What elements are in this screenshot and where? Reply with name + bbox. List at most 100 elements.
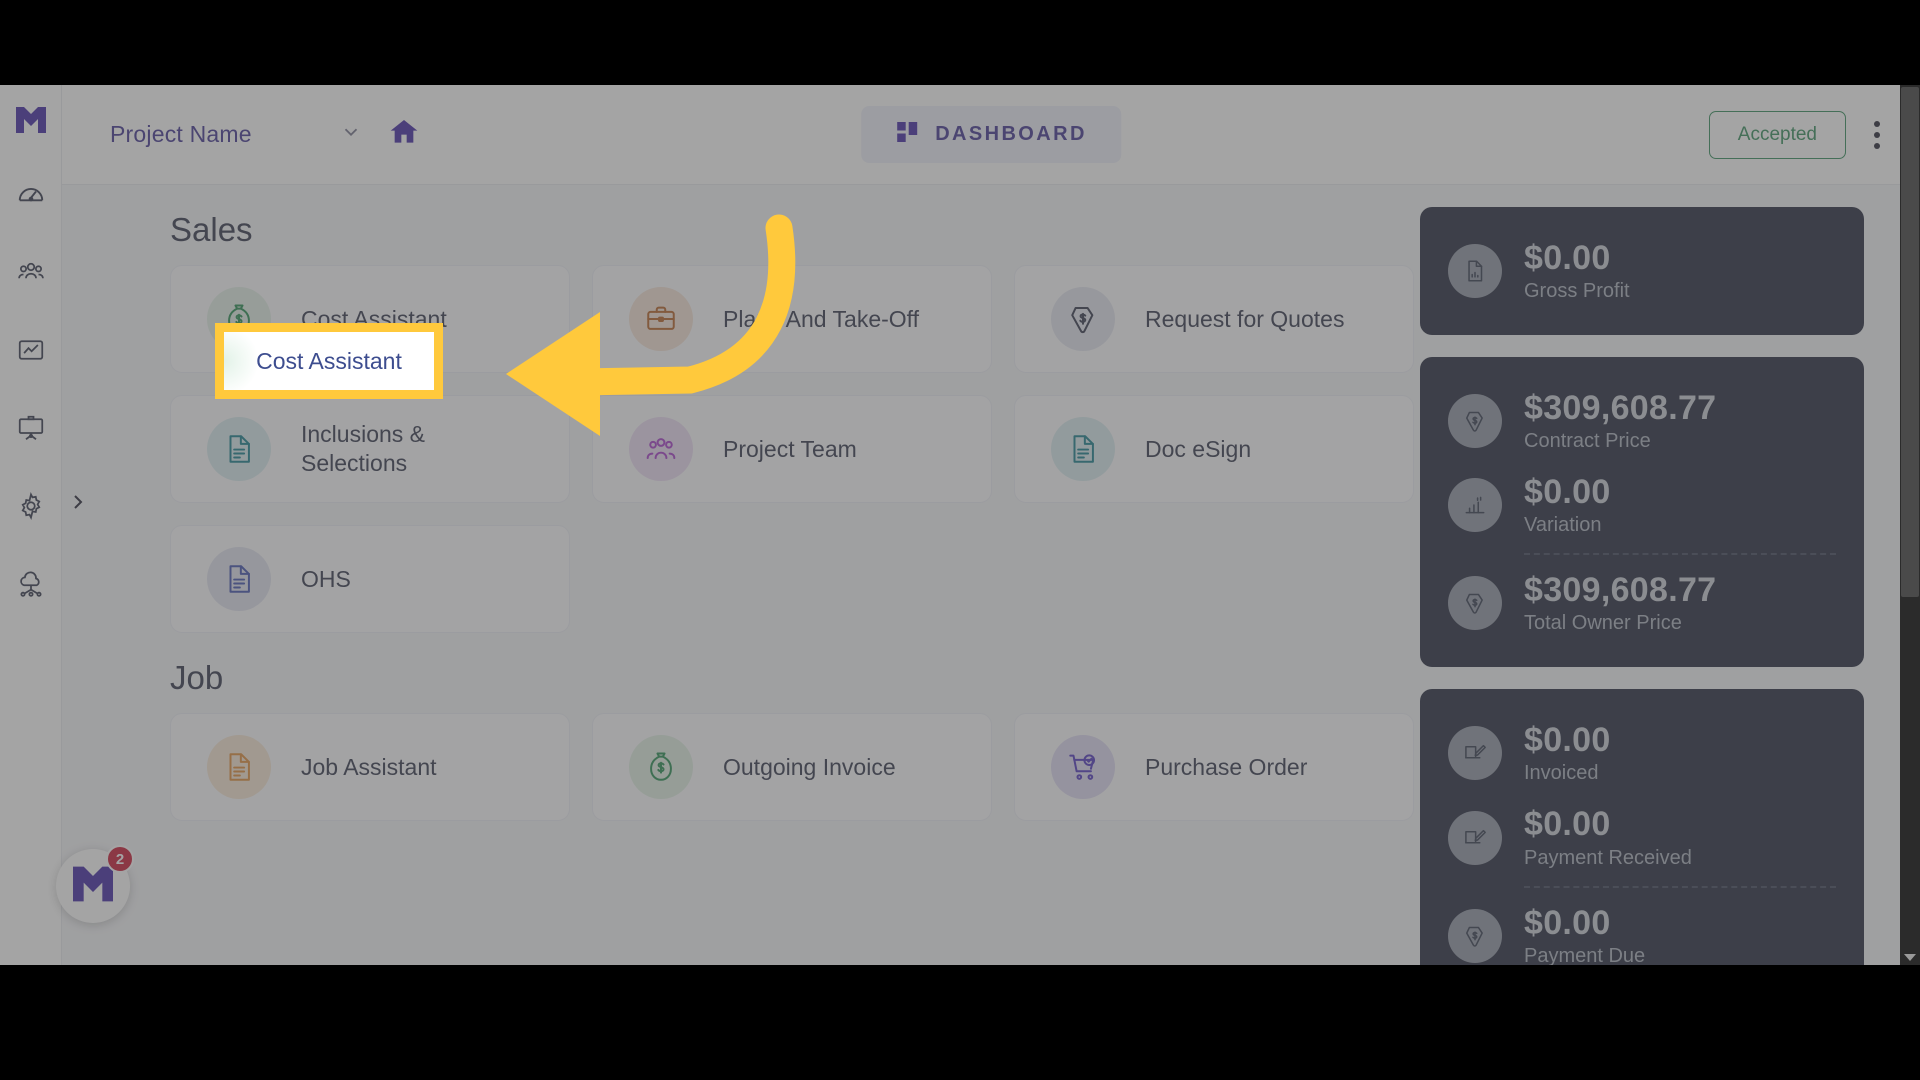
screenshot-stage: 2 Project Name DASHBOARD Accepted Sales … [0,0,1920,1080]
dashboard-tab[interactable]: DASHBOARD [861,106,1121,163]
kpi-label: Contract Price [1524,430,1651,453]
people-icon [16,257,46,287]
tile-inclusions-selections[interactable]: Inclusions & Selections [170,395,570,503]
kpi-value: $0.00 [1524,721,1611,760]
tile-label: Inclusions & Selections [301,421,426,476]
kpi-row: $309,608.77 Total Owner Price [1448,561,1836,645]
chevron-right-icon [71,492,85,517]
invoice-edit-icon [1448,810,1502,865]
scroll-down-arrow-icon[interactable] [1904,954,1916,961]
tile-request-for-quotes[interactable]: Request for Quotes [1014,265,1414,373]
tile-row: Inclusions & Selections Project Team Doc eS… [170,395,1440,503]
tile-job-assistant[interactable]: Job Assistant [170,713,570,821]
sidebar-item-settings[interactable] [8,483,54,529]
document-chart-icon [1448,244,1502,299]
tile-label: Job Assistant [301,753,437,780]
kpi-card: $309,608.77 Contract Price $0.00 Variation $… [1420,357,1864,668]
cart-check-icon [1051,735,1115,799]
kpi-row: $0.00 Gross Profit [1448,229,1836,313]
chart-frame-icon [16,335,46,365]
top-bar-actions: Accepted [1708,110,1886,159]
application-window: 2 Project Name DASHBOARD Accepted Sales … [0,85,1920,965]
status-badge[interactable]: Accepted [1708,110,1846,159]
price-tag-icon [1051,287,1115,351]
tile-label: OHS [301,565,351,592]
kpi-row: $309,608.77 Contract Price [1448,379,1836,463]
home-icon [388,116,420,153]
kpi-value: $0.00 [1524,239,1611,277]
tile-plans-and-take-off[interactable]: Plans And Take-Off [592,265,992,373]
tile-row: OHS [170,525,1440,633]
document-icon [207,417,271,481]
price-tag-icon [1448,394,1502,449]
price-tag-icon [1448,576,1502,631]
tile-outgoing-invoice[interactable]: Outgoing Invoice [592,713,992,821]
people-icon [629,417,693,481]
tile-label: Project Team [723,435,857,462]
vertical-scrollbar[interactable] [1900,85,1920,965]
presentation-board-icon [16,413,46,443]
kpi-column: $0.00 Gross Profit $309,608.77 Contract Pri… [1420,207,1864,965]
more-vertical-icon[interactable] [1868,115,1886,155]
scrollbar-thumb[interactable] [1901,87,1919,597]
tile-project-team[interactable]: Project Team [592,395,992,503]
chevron-down-icon[interactable] [340,121,362,148]
kpi-row: $0.00 Variation [1448,463,1836,547]
tile-label: Request for Quotes [1145,305,1345,332]
kpi-value: $309,608.77 [1524,389,1717,428]
tile-label: Outgoing Invoice [723,753,896,780]
tile-label: Purchase Order [1145,753,1308,780]
kpi-value: $0.00 [1524,473,1611,512]
tile-purchase-order[interactable]: Purchase Order [1014,713,1414,821]
sidebar-item-reports[interactable] [8,327,54,373]
left-sidebar [0,85,62,965]
highlighted-tile-label[interactable]: Cost Assistant [215,323,443,399]
sidebar-item-team[interactable] [8,249,54,295]
kpi-label: Variation [1524,514,1602,537]
tile-ohs[interactable]: OHS [170,525,570,633]
section-title: Job [170,659,224,696]
briefcase-icon [629,287,693,351]
tile-column: Sales Cost Assistant Plans And Take-Off Req… [110,185,1440,821]
tile-label: Plans And Take-Off [723,305,920,332]
grid-icon [895,120,919,149]
project-selector[interactable]: Project Name [110,121,362,148]
sidebar-expand-button[interactable] [66,489,90,519]
m-logo-icon [70,864,116,909]
sidebar-item-dashboard[interactable] [8,171,54,217]
kpi-label: Invoiced [1524,762,1599,785]
price-tag-icon [1448,908,1502,963]
kpi-card: $0.00 Invoiced $0.00 Payment Received $0.00 P… [1420,689,1864,965]
sidebar-item-presentation[interactable] [8,405,54,451]
notification-badge: 2 [106,845,134,873]
dashboard-tab-label: DASHBOARD [935,123,1087,145]
kpi-value: $0.00 [1524,805,1611,844]
document-icon [1051,417,1115,481]
kpi-row: $0.00 Payment Received [1448,795,1836,879]
tile-label: Doc eSign [1145,435,1252,462]
kpi-divider [1524,885,1836,888]
kpi-row: $0.00 Payment Due [1448,894,1836,965]
section-title: Sales [170,211,253,248]
home-button[interactable] [388,116,420,153]
sidebar-item-cloud[interactable] [8,561,54,607]
kpi-value: $0.00 [1524,903,1611,942]
kpi-value: $309,608.77 [1524,571,1717,610]
tile-doc-esign[interactable]: Doc eSign [1014,395,1414,503]
cloud-network-icon [16,569,46,599]
kpi-row: $0.00 Invoiced [1448,711,1836,795]
kpi-label: Gross Profit [1524,280,1630,303]
speedometer-icon [16,179,46,209]
invoice-edit-icon [1448,726,1502,781]
kpi-card: $0.00 Gross Profit [1420,207,1864,336]
bar-chart-icon [1448,478,1502,533]
m-logo-icon[interactable] [14,105,48,135]
document-icon [207,735,271,799]
kpi-label: Payment Due [1524,944,1646,965]
top-bar: Project Name DASHBOARD Accepted [62,85,1920,185]
kpi-label: Total Owner Price [1524,612,1682,635]
gear-icon [16,491,46,521]
project-name-label: Project Name [110,121,252,147]
user-avatar-button[interactable]: 2 [56,845,134,923]
document-icon [207,547,271,611]
